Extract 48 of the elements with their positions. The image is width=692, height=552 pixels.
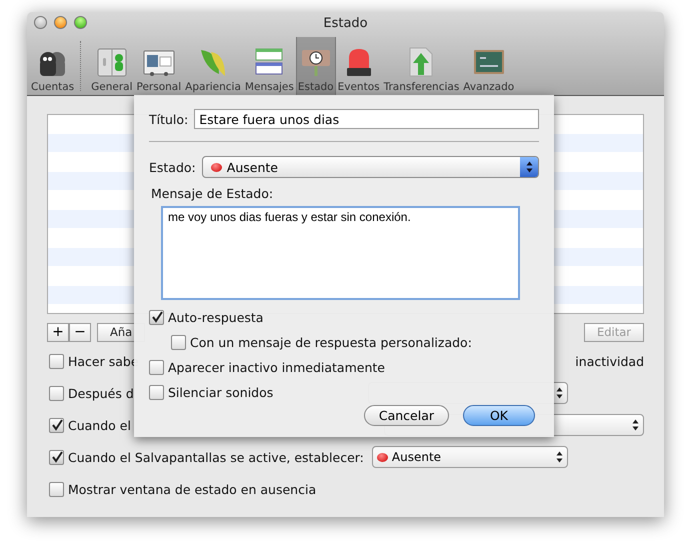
toolbar-tab[interactable]: Eventos	[336, 37, 382, 95]
add-button[interactable]: +	[47, 322, 69, 342]
minimize-button[interactable]	[54, 16, 67, 29]
checkbox-label: Silenciar sonidos	[168, 384, 274, 400]
cancel-button[interactable]: Cancelar	[364, 405, 449, 426]
checkbox[interactable]	[149, 360, 164, 374]
status-label: Estado:	[149, 160, 196, 174]
toolbar-tab[interactable]: Apariencia	[183, 37, 243, 95]
close-button[interactable]	[34, 16, 47, 29]
option-label: Mostrar ventana de estado en ausencia	[68, 482, 316, 496]
checkbox[interactable]	[49, 450, 64, 464]
option-label: inactividad	[575, 354, 644, 368]
stepper-icon	[632, 419, 639, 431]
toolbar-tab[interactable]: Transferencias	[382, 37, 462, 95]
message-label: Mensaje de Estado:	[151, 186, 274, 201]
toolbar-tab[interactable]: Estado	[296, 37, 336, 95]
checkbox-label: Aparecer inactivo inmediatamente	[168, 360, 385, 374]
stepper-icon	[556, 387, 563, 399]
stepper-icon	[526, 161, 532, 173]
title-field[interactable]: Estare fuera unos dias	[194, 109, 539, 129]
ok-button[interactable]: OK	[463, 405, 535, 426]
toolbar-tab[interactable]: Personal	[134, 37, 184, 95]
status-dropdown[interactable]: Ausente	[202, 156, 539, 178]
stepper-icon	[556, 451, 563, 463]
window-title: Estado	[323, 16, 368, 30]
checkbox[interactable]	[149, 310, 164, 324]
checkbox[interactable]	[49, 386, 64, 400]
checkbox[interactable]	[49, 418, 64, 432]
toolbar-tab[interactable]: Cuentas	[29, 37, 76, 95]
option-label: Hacer sabe	[68, 354, 139, 368]
title-label: Título:	[149, 112, 188, 126]
option-label: Cuando el	[68, 418, 131, 432]
toggle-panel-icon	[96, 46, 128, 78]
toolbar-tab[interactable]: General	[89, 37, 135, 95]
checkbox[interactable]	[171, 334, 186, 350]
checkbox[interactable]	[149, 384, 164, 400]
zoom-button[interactable]	[74, 16, 87, 29]
option-label: Después d	[68, 386, 134, 400]
status-popup[interactable]: Ausente	[372, 446, 568, 468]
remove-button[interactable]: −	[69, 322, 91, 342]
option-label: Cuando el Salvapantallas se active, establecer:	[68, 450, 364, 464]
message-field[interactable]: me voy unos dias fueras y estar sin conexión.	[161, 206, 520, 300]
checkbox[interactable]	[49, 482, 64, 496]
checkbox-label: Con un mensaje de respuesta personalizado:	[190, 334, 472, 350]
toolbar-tab[interactable]: Avanzado	[461, 37, 516, 95]
toolbar-tab[interactable]: Mensajes	[242, 37, 296, 95]
checkbox[interactable]	[49, 354, 64, 368]
checkbox-label: Auto-respuesta	[168, 310, 264, 324]
